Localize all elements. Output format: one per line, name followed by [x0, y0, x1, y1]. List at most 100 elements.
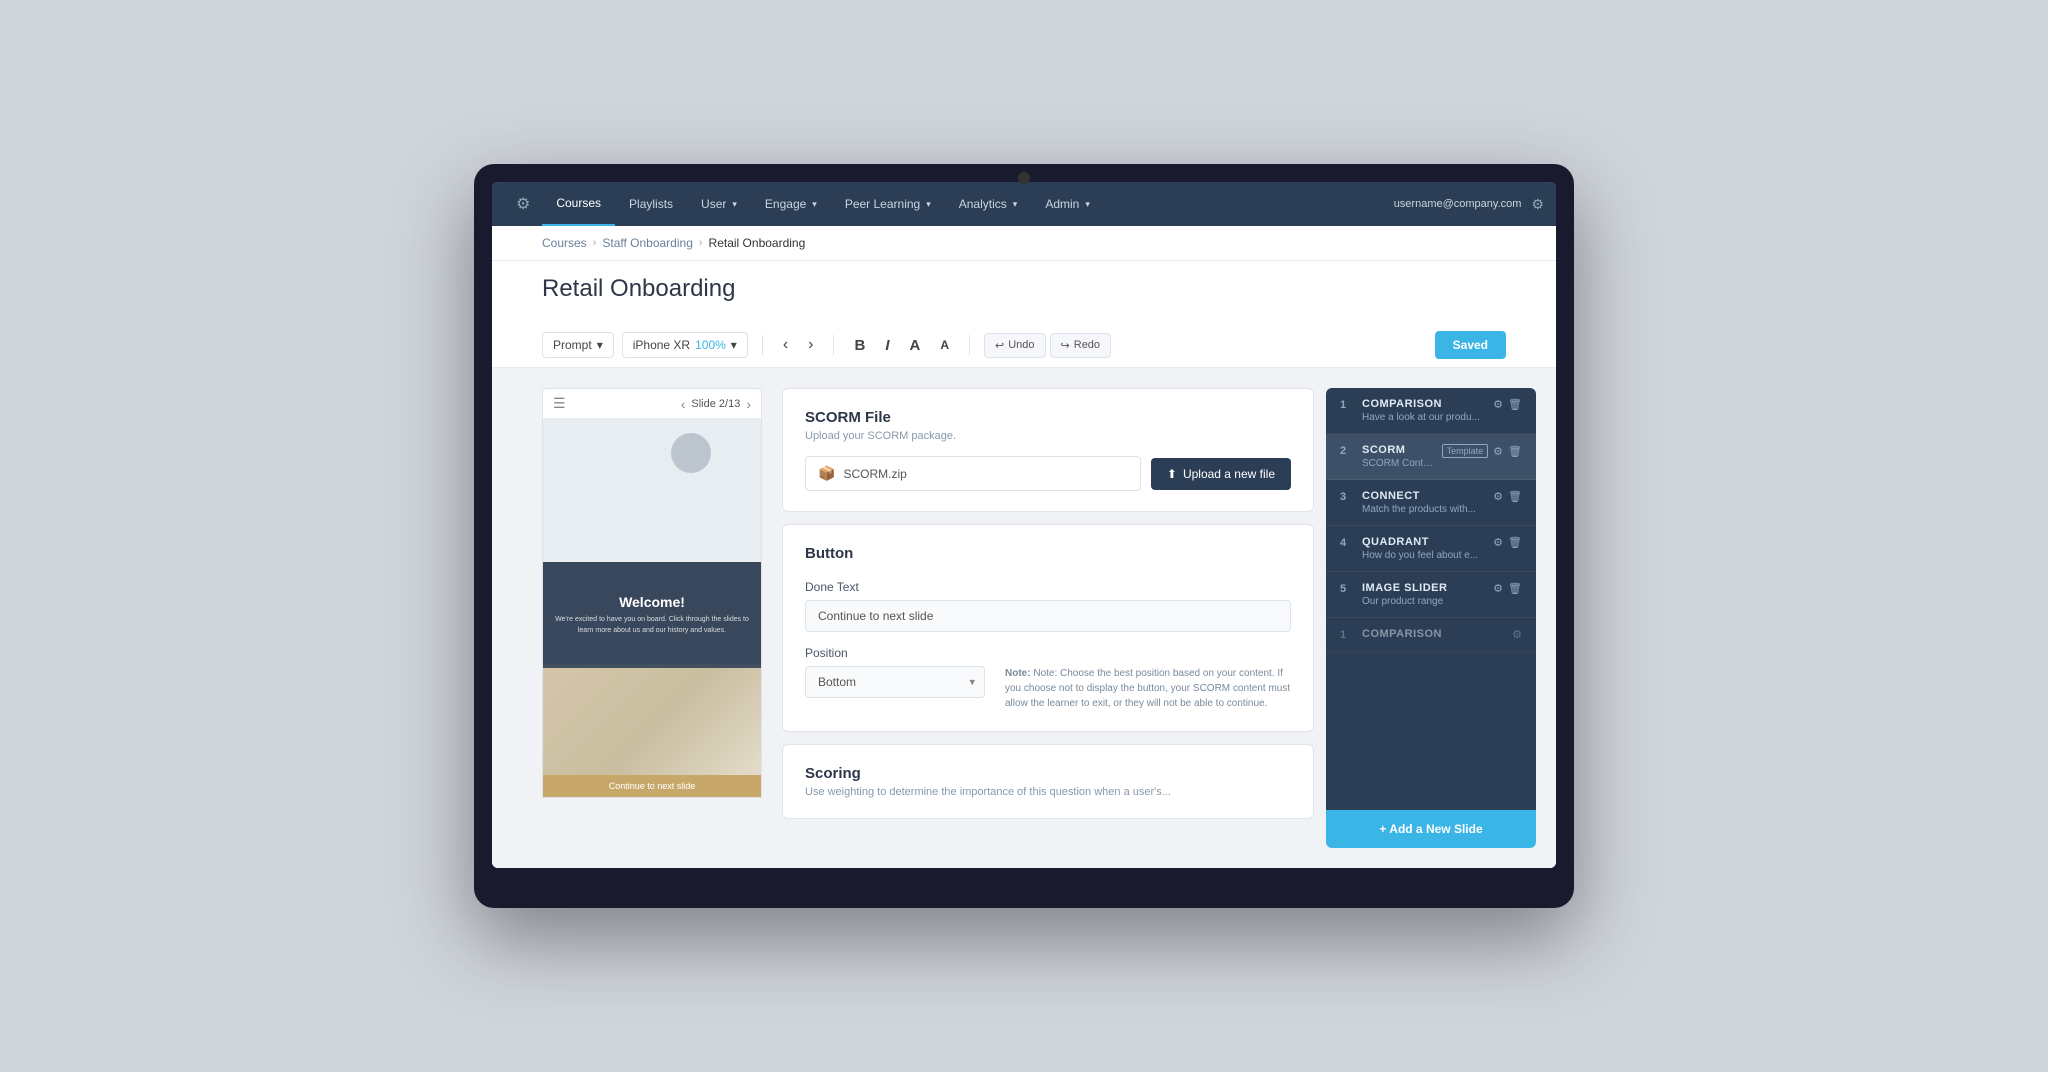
slide-list-item-3[interactable]: 3 CONNECT Match the products with... ⚙ 🗑 [1326, 480, 1536, 526]
toolbar-sep-2 [833, 335, 834, 355]
breadcrumb: Courses › Staff Onboarding › Retail Onbo… [542, 236, 1506, 250]
nav-label-admin: Admin [1045, 197, 1079, 211]
saved-button[interactable]: Saved [1435, 331, 1506, 359]
undo-icon: ↩ [995, 339, 1004, 352]
nav-item-admin[interactable]: Admin ▾ [1031, 182, 1104, 226]
slide-name-1: COMPARISON [1362, 398, 1485, 410]
scoring-title: Scoring [805, 765, 1291, 782]
prompt-button[interactable]: Prompt ▾ [542, 332, 614, 358]
position-select[interactable]: Bottom Top Hidden [805, 666, 985, 698]
prompt-label: Prompt [553, 338, 592, 352]
nav-item-courses[interactable]: Courses [542, 182, 615, 226]
toolbar-sep-1 [762, 335, 763, 355]
slide-preview-3: Match the products with... [1362, 504, 1485, 515]
slide-list-panel: 1 COMPARISON Have a look at our produ...… [1326, 388, 1536, 848]
slide-info-1: COMPARISON Have a look at our produ... [1362, 398, 1485, 423]
slide-continue-button[interactable]: Continue to next slide [543, 775, 761, 797]
font-small-button[interactable]: A [934, 334, 955, 356]
nav-item-analytics[interactable]: Analytics ▾ [945, 182, 1032, 226]
font-large-button[interactable]: A [904, 333, 927, 358]
upload-icon: ⬆ [1167, 467, 1177, 481]
file-icon: 📦 [818, 465, 835, 482]
page-title: Retail Onboarding [542, 275, 1506, 303]
slide-list-item-5[interactable]: 5 IMAGE SLIDER Our product range ⚙ 🗑 [1326, 572, 1536, 618]
slide-actions-1: ⚙ 🗑 [1493, 398, 1522, 411]
slide-welcome-text: Welcome! [619, 594, 685, 610]
slide-gear-icon-1[interactable]: ⚙ [1493, 398, 1503, 411]
slide-preview-4: How do you feel about e... [1362, 550, 1485, 561]
slide-name-3: CONNECT [1362, 490, 1485, 502]
slide-info-5: IMAGE SLIDER Our product range [1362, 582, 1485, 607]
slide-gear-icon-3[interactable]: ⚙ [1493, 490, 1503, 503]
undo-button[interactable]: ↩ Undo [984, 333, 1046, 358]
slide-list-item-6[interactable]: 1 COMPARISON ⚙ [1326, 618, 1536, 653]
slide-list-item-active[interactable]: 2 SCORM SCORM Content Template ⚙ 🗑 [1326, 434, 1536, 480]
nav-item-peer-learning[interactable]: Peer Learning ▾ [831, 182, 945, 226]
slide-trash-icon-4[interactable]: 🗑 [1508, 536, 1522, 549]
nav-label-engage: Engage [765, 197, 806, 211]
button-section: Button Done Text Position Bottom Top Hid… [782, 524, 1314, 732]
slide-trash-icon-3[interactable]: 🗑 [1508, 490, 1522, 503]
breadcrumb-courses[interactable]: Courses [542, 236, 587, 250]
done-text-label: Done Text [805, 580, 1291, 594]
position-select-wrap: Bottom Top Hidden ▾ [805, 666, 985, 698]
done-text-input[interactable] [805, 600, 1291, 632]
file-name-text: SCORM.zip [843, 467, 906, 481]
slide-trash-icon-5[interactable]: 🗑 [1508, 582, 1522, 595]
bold-button[interactable]: B [848, 333, 871, 358]
slide-num-5: 5 [1340, 583, 1354, 595]
slide-list-item[interactable]: 1 COMPARISON Have a look at our produ...… [1326, 388, 1536, 434]
slide-gear-icon-6[interactable]: ⚙ [1512, 628, 1522, 641]
nav-item-playlists[interactable]: Playlists [615, 182, 687, 226]
slide-trash-icon-2[interactable]: 🗑 [1508, 445, 1522, 458]
editor-toolbar: Prompt ▾ iPhone XR 100% ▾ ‹ › B I A A ↩ … [492, 323, 1556, 368]
slide-gear-icon-4[interactable]: ⚙ [1493, 536, 1503, 549]
slide-num-3: 3 [1340, 491, 1354, 503]
scoring-section: Scoring Use weighting to determine the i… [782, 744, 1314, 819]
slide-actions-4: ⚙ 🗑 [1493, 536, 1522, 549]
slide-gear-icon-5[interactable]: ⚙ [1493, 582, 1503, 595]
nav-items: Courses Playlists User ▾ Engage ▾ Peer L… [542, 182, 1393, 226]
breadcrumb-sep-2: › [699, 237, 703, 249]
redo-label: Redo [1074, 339, 1100, 351]
slide-name-6: COMPARISON [1362, 628, 1504, 640]
nav-item-user[interactable]: User ▾ [687, 182, 751, 226]
slide-prev-icon[interactable]: ‹ [681, 396, 686, 412]
device-selector[interactable]: iPhone XR 100% ▾ [622, 332, 748, 358]
add-slide-button[interactable]: + Add a New Slide [1326, 810, 1536, 848]
undo-label: Undo [1008, 339, 1034, 351]
slide-list-item-4[interactable]: 4 QUADRANT How do you feel about e... ⚙ … [1326, 526, 1536, 572]
nav-admin-chevron: ▾ [1085, 199, 1090, 210]
nav-prev-button[interactable]: ‹ [777, 332, 794, 358]
position-note-text: Note: Choose the best position based on … [1005, 668, 1290, 709]
slide-menu-icon[interactable]: ☰ [553, 395, 566, 412]
scorm-subtitle: Upload your SCORM package. [805, 430, 1291, 442]
nav-analytics-chevron: ▾ [1013, 199, 1018, 210]
breadcrumb-sep-1: › [593, 237, 597, 249]
nav-item-engage[interactable]: Engage ▾ [751, 182, 831, 226]
slide-info-2: SCORM SCORM Content [1362, 444, 1434, 469]
upload-button[interactable]: ⬆ Upload a new file [1151, 458, 1291, 490]
slide-trash-icon-1[interactable]: 🗑 [1508, 398, 1522, 411]
italic-button[interactable]: I [879, 333, 895, 358]
slide-gear-icon-2[interactable]: ⚙ [1493, 445, 1503, 458]
nav-settings-icon[interactable]: ⚙ [1531, 196, 1544, 213]
navbar: ⚙ Courses Playlists User ▾ Engage ▾ Peer… [492, 182, 1556, 226]
nav-gear-icon[interactable]: ⚙ [504, 194, 542, 214]
nav-label-peer-learning: Peer Learning [845, 197, 920, 211]
nav-next-button[interactable]: › [802, 332, 819, 358]
main-content: ☰ ‹ Slide 2/13 › Welcome! We're excited … [492, 368, 1556, 868]
nav-right: username@company.com ⚙ [1394, 196, 1544, 213]
breadcrumb-staff-onboarding[interactable]: Staff Onboarding [602, 236, 693, 250]
slide-name-2: SCORM [1362, 444, 1434, 456]
right-panel: SCORM File Upload your SCORM package. 📦 … [782, 388, 1314, 848]
slide-num-4: 4 [1340, 537, 1354, 549]
toolbar-sep-3 [969, 335, 970, 355]
slide-name-5: IMAGE SLIDER [1362, 582, 1485, 594]
breadcrumb-bar: Courses › Staff Onboarding › Retail Onbo… [492, 226, 1556, 261]
slide-num-1: 1 [1340, 399, 1354, 411]
device-zoom: 100% [695, 338, 726, 352]
nav-label-user: User [701, 197, 726, 211]
redo-button[interactable]: ↪ Redo [1050, 333, 1112, 358]
slide-next-icon[interactable]: › [746, 396, 751, 412]
